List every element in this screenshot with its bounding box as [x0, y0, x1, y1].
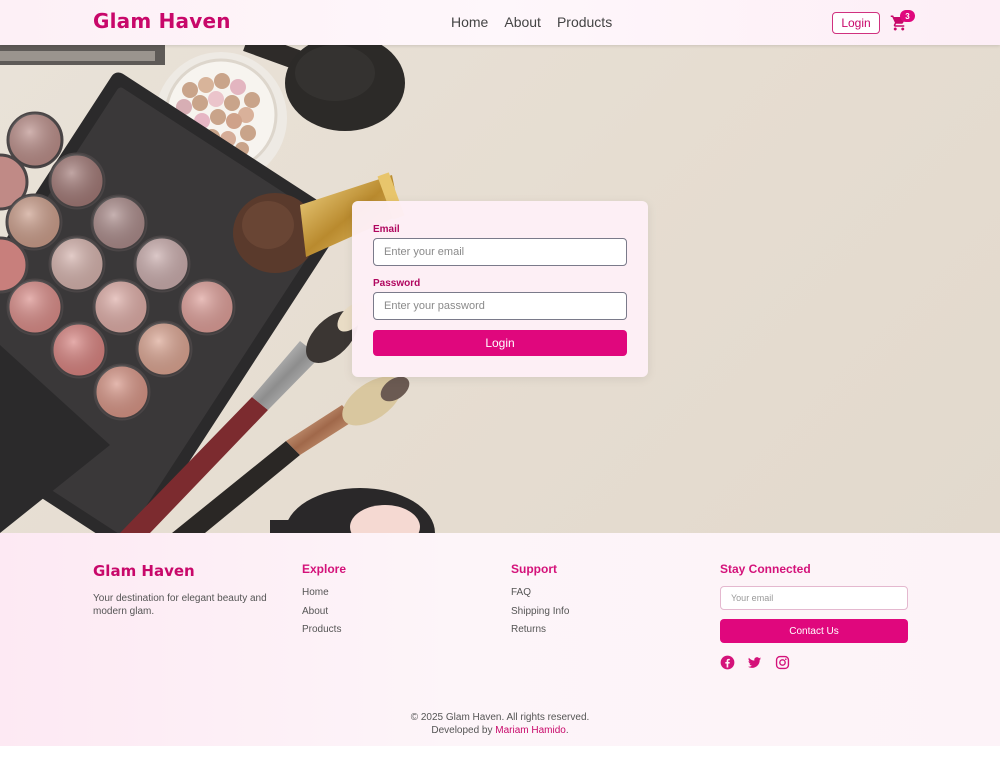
- password-field[interactable]: [384, 300, 626, 312]
- nav-products[interactable]: Products: [557, 14, 612, 30]
- newsletter-email-field[interactable]: [731, 593, 907, 603]
- brand-logo[interactable]: Glam Haven: [93, 9, 231, 33]
- contact-us-button[interactable]: Contact Us: [720, 619, 908, 643]
- footer-link-returns[interactable]: Returns: [511, 624, 569, 637]
- footer-copyright-block: © 2025 Glam Haven. All rights reserved. …: [0, 711, 1000, 737]
- login-submit-button[interactable]: Login: [373, 330, 627, 356]
- login-card: Email Password Login: [352, 201, 648, 377]
- footer-description: Your destination for elegant beauty and …: [93, 593, 267, 617]
- cart-count-badge: 3: [900, 10, 915, 22]
- footer-support-links: FAQ Shipping Info Returns: [511, 587, 569, 637]
- site-header: Glam Haven Home About Products Login 3: [0, 0, 1000, 45]
- footer-support-title: Support: [511, 562, 557, 576]
- footer-brand: Glam Haven: [93, 562, 195, 580]
- footer-explore-links: Home About Products: [302, 587, 341, 637]
- newsletter-email-wrapper[interactable]: [720, 586, 908, 610]
- copyright-text: © 2025 Glam Haven. All rights reserved.: [410, 712, 590, 723]
- footer-explore-title: Explore: [302, 562, 347, 576]
- main-nav: Home About Products: [451, 14, 612, 30]
- footer-link-faq[interactable]: FAQ: [511, 587, 569, 600]
- footer-link-home[interactable]: Home: [302, 587, 341, 600]
- instagram-icon[interactable]: [775, 655, 790, 670]
- password-field-wrapper[interactable]: [373, 292, 627, 320]
- developer-link[interactable]: Mariam Hamido: [495, 725, 566, 736]
- footer-stay-connected-title: Stay Connected: [720, 562, 811, 576]
- developed-by-prefix: Developed by: [431, 725, 496, 736]
- email-field[interactable]: [384, 246, 626, 258]
- twitter-icon[interactable]: [747, 655, 762, 670]
- nav-home[interactable]: Home: [451, 14, 488, 30]
- header-login-button[interactable]: Login: [832, 12, 880, 34]
- email-label: Email: [373, 224, 400, 235]
- site-footer: Glam Haven Your destination for elegant …: [0, 533, 1000, 746]
- password-label: Password: [373, 278, 421, 289]
- facebook-icon[interactable]: [720, 655, 735, 670]
- email-field-wrapper[interactable]: [373, 238, 627, 266]
- footer-link-shipping[interactable]: Shipping Info: [511, 606, 569, 619]
- footer-link-products[interactable]: Products: [302, 624, 341, 637]
- footer-link-about[interactable]: About: [302, 606, 341, 619]
- nav-about[interactable]: About: [504, 14, 541, 30]
- developed-by-suffix: .: [565, 725, 569, 736]
- developer-credit: Developed by Mariam Hamido.: [0, 724, 1000, 737]
